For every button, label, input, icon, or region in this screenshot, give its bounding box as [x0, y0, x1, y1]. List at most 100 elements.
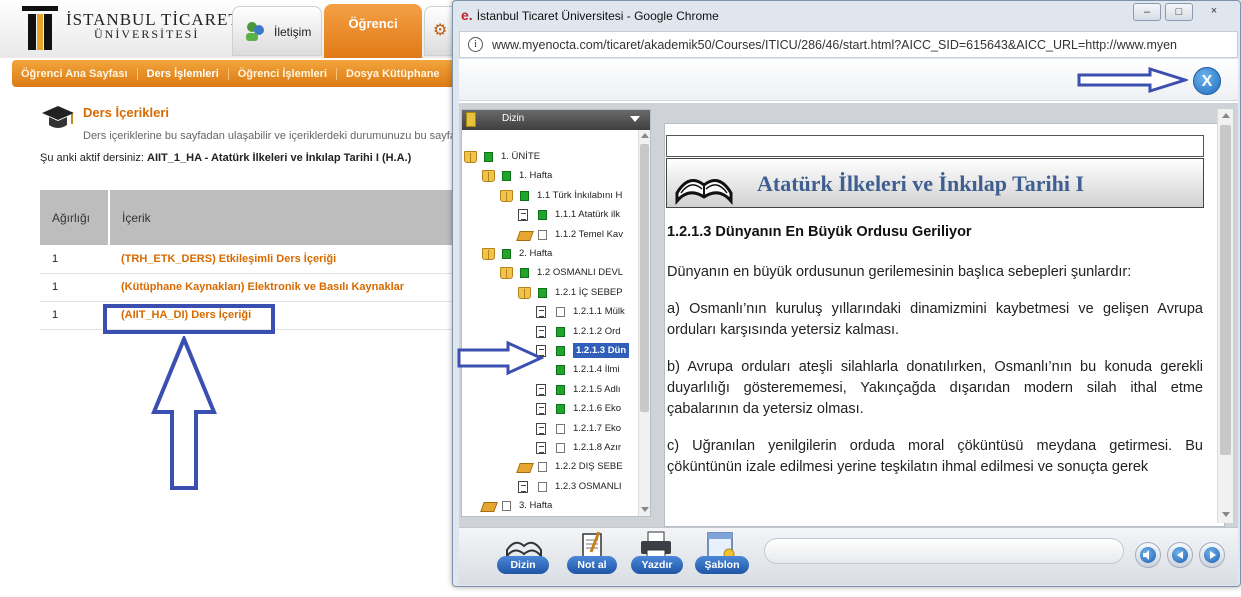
toc-item-label: 1. Hafta — [519, 170, 553, 182]
menu-ogrenci-islemleri[interactable]: Öğrenci İşlemleri — [229, 67, 338, 80]
toc-item[interactable]: 1.2.1.5 Adlı — [462, 381, 638, 399]
highlight-box — [103, 304, 275, 334]
toc-item-label: 1.1.2 Temel Kav — [555, 228, 623, 240]
toc-header-label: Dizin — [502, 113, 525, 124]
next-button[interactable] — [1199, 542, 1225, 568]
page-icon — [518, 209, 528, 222]
close-arrow-annotation-icon — [1077, 66, 1188, 94]
university-logo-text: İSTANBUL TİCARET ÜNİVERSİTESİ — [66, 11, 240, 42]
arrow-right-icon — [1204, 547, 1220, 563]
toc-item[interactable]: 1. Hafta — [462, 167, 638, 185]
address-bar[interactable]: i www.myenocta.com/ticaret/akademik50/Co… — [459, 31, 1238, 58]
toc-item[interactable]: 1.1.2 Temel Kav — [462, 226, 638, 244]
active-course-name: AIIT_1_HA - Atatürk İlkeleri ve İnkılap … — [147, 152, 412, 164]
up-arrow-annotation-icon — [151, 336, 217, 490]
page-body: 1.2.1.3 Dünyanın En Büyük Ordusu Geriliy… — [667, 224, 1203, 494]
previous-button[interactable] — [1167, 542, 1193, 568]
column-header-content: İçerik — [109, 190, 460, 245]
maximize-button[interactable]: □ — [1165, 3, 1193, 21]
gear-icon: ⚙ — [433, 22, 448, 39]
dizin-button[interactable]: Dizin — [497, 556, 549, 574]
toc-tree: Dizin 1. ÜNİTE 1. Hafta 1.1 Türk İnkılabın… — [461, 109, 651, 517]
course-title: Atatürk İlkeleri ve İnkılap Tarihi I — [757, 171, 1085, 196]
completed-status-icon — [502, 171, 511, 182]
toc-header: Dizin — [462, 110, 650, 130]
page-icon — [536, 403, 546, 416]
course-banner: Atatürk İlkeleri ve İnkılap Tarihi I — [666, 158, 1204, 208]
toc-item[interactable]: 1.2.2 DIŞ SEBE — [462, 458, 638, 476]
completed-status-icon — [556, 404, 565, 415]
incomplete-status-icon — [502, 501, 511, 512]
toc-item[interactable]: 1.2.1.7 Eko — [462, 420, 638, 438]
lms-player: X Dizin 1. ÜNİTE 1. Hafta 1.1 Türk İnkılab… — [459, 59, 1238, 585]
toc-item[interactable]: 3. Hafta — [462, 497, 638, 515]
toc-item[interactable]: 1.2.1.2 Ord — [462, 323, 638, 341]
content-page: Atatürk İlkeleri ve İnkılap Tarihi I 1.2… — [664, 123, 1225, 527]
toc-item-label: 1.2.1.8 Azır — [573, 442, 622, 453]
toc-item[interactable]: 1.2 OSMANLI DEVL — [462, 264, 638, 282]
toc-item[interactable]: 1.2.3 OSMANLI — [462, 478, 638, 496]
toc-item[interactable]: 1.2.1.8 Azır — [462, 439, 638, 457]
toc-item-label: 1.2.1.5 Adlı — [573, 383, 621, 395]
row-weight: 1 — [40, 301, 109, 330]
page-icon — [536, 325, 546, 338]
minimize-button[interactable]: – — [1133, 3, 1161, 21]
folder-book-icon — [464, 151, 477, 163]
toc-item[interactable]: 1.2.1.1 Mülk — [462, 303, 638, 321]
open-book-icon — [675, 179, 733, 205]
scroll-down-icon[interactable] — [1222, 512, 1230, 517]
menu-dosya-kutuphane[interactable]: Dosya Kütüphane — [337, 68, 449, 80]
page-scrollbar[interactable] — [1217, 109, 1233, 523]
info-icon[interactable]: i — [468, 37, 483, 52]
row-weight: 1 — [40, 273, 109, 302]
folder-book-icon — [480, 502, 498, 513]
portal-menubar: Öğrenci Ana Sayfası Ders İşlemleri Öğren… — [12, 60, 462, 87]
sablon-button[interactable]: Şablon — [695, 556, 749, 574]
menu-ders-islemleri[interactable]: Ders İşlemleri — [138, 67, 229, 80]
paragraph-b: b) Avrupa orduları ateşli silahlarla don… — [667, 359, 1203, 417]
scroll-down-icon[interactable] — [641, 507, 649, 512]
toc-item[interactable]: 1.2.1.6 Eko — [462, 400, 638, 418]
toc-item-label: 1.2.3 OSMANLI — [555, 480, 622, 492]
collapse-icon[interactable] — [630, 116, 640, 122]
folder-book-icon — [518, 286, 531, 299]
sound-button[interactable] — [1135, 542, 1161, 568]
toc-item[interactable]: 1.1.1 Atatürk ilk — [462, 206, 638, 224]
player-toolbar: Dizin Not al Yazdır Şablon — [459, 527, 1238, 585]
incomplete-status-icon — [556, 423, 565, 434]
toc-item[interactable]: 1. ÜNİTE — [462, 148, 638, 166]
folder-book-icon — [500, 189, 513, 202]
scroll-up-icon[interactable] — [641, 133, 649, 138]
folder-book-icon — [482, 248, 495, 260]
arrow-left-icon — [1172, 547, 1188, 563]
toc-item[interactable]: 1.1 Türk İnkılabını H — [462, 187, 638, 205]
completed-status-icon — [538, 287, 547, 298]
scroll-thumb[interactable] — [1220, 125, 1231, 455]
scroll-thumb[interactable] — [640, 144, 649, 412]
folder-book-icon — [516, 463, 534, 474]
paragraph-c: c) Uğranılan yenilgilerin orduda moral ç… — [667, 438, 1203, 475]
tab-iletisim[interactable]: İletişim — [232, 6, 322, 56]
tab-ogrenci[interactable]: Öğrenci — [324, 4, 422, 58]
screen: İSTANBUL TİCARET ÜNİVERSİTESİ İletişim Ö… — [0, 0, 1241, 597]
column-header-weight: Ağırlığı — [40, 190, 110, 245]
close-window-button[interactable]: × — [1197, 3, 1231, 21]
yazdir-button[interactable]: Yazdır — [631, 556, 683, 574]
toc-item-label: 3. Hafta — [519, 500, 553, 512]
toc-scrollbar[interactable] — [638, 130, 650, 516]
not-al-button[interactable]: Not al — [567, 556, 617, 574]
toc-item[interactable]: 2. Hafta — [462, 245, 638, 263]
folder-book-icon — [500, 267, 513, 280]
right-arrow-annotation-icon — [457, 340, 544, 376]
completed-status-icon — [502, 249, 511, 259]
incomplete-status-icon — [556, 443, 565, 453]
toc-item[interactable]: 1.2.1 İÇ SEBEP — [462, 284, 638, 302]
browser-e-icon: e. — [461, 7, 473, 23]
content-link[interactable]: (TRH_ETK_DERS) Etkileşimli Ders İçeriği — [109, 245, 459, 274]
scroll-up-icon[interactable] — [1222, 113, 1230, 118]
close-player-button[interactable]: X — [1193, 67, 1221, 95]
content-link[interactable]: (Kütüphane Kaynakları) Elektronik ve Bas… — [109, 273, 459, 302]
tab-iletisim-label: İletişim — [274, 25, 312, 39]
table-row: 1 (Kütüphane Kaynakları) Elektronik ve B… — [40, 273, 459, 302]
menu-ogrenci-ana-sayfasi[interactable]: Öğrenci Ana Sayfası — [12, 67, 138, 80]
